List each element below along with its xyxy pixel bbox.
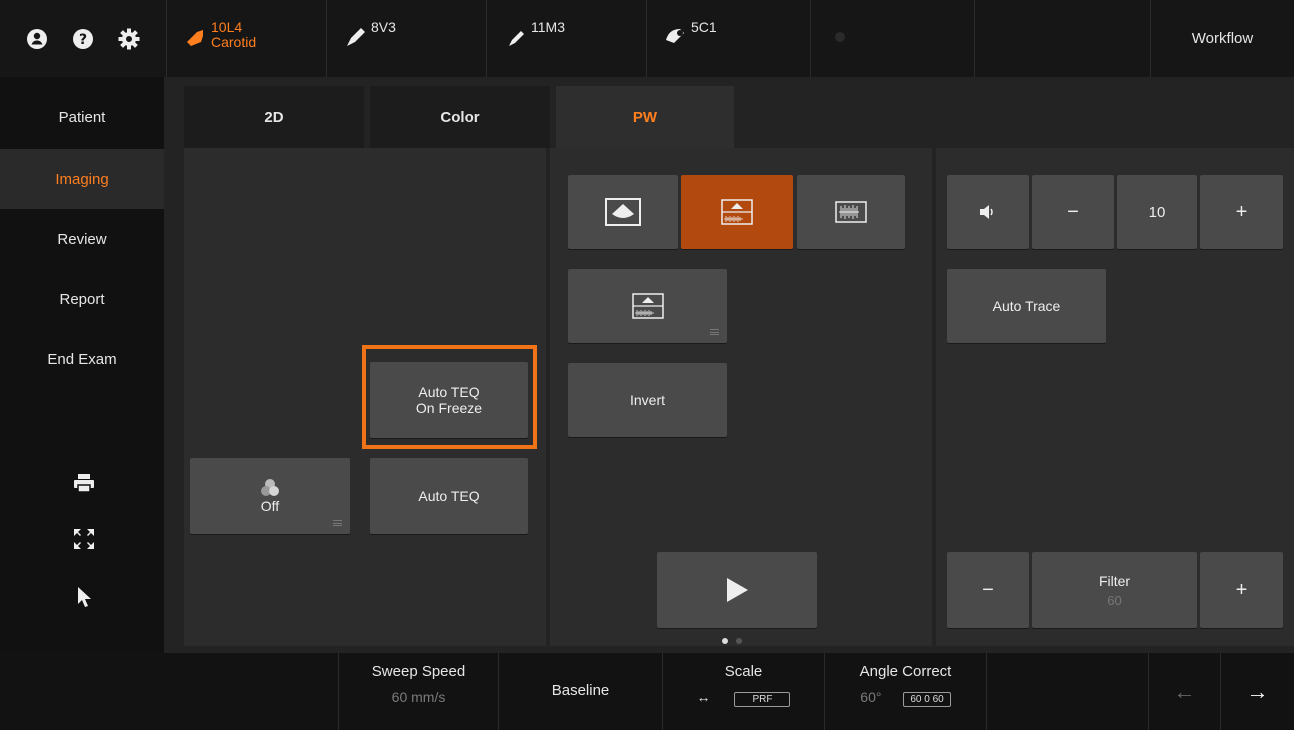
probe-label: 10L4 Carotid [211, 19, 257, 50]
arrow-left-icon: ← [1173, 679, 1196, 704]
sweep-speed-control[interactable]: Sweep Speed 60 mm/s [338, 653, 498, 730]
filter-value: 60 [1107, 592, 1122, 608]
printer-icon[interactable] [72, 471, 96, 495]
bottom-empty-slot [986, 653, 1148, 730]
sidebar-item-review[interactable]: Review [0, 209, 164, 269]
sidebar-item-report[interactable]: Report [0, 269, 164, 329]
sidebar-item-imaging[interactable]: Imaging [0, 149, 164, 209]
baseline-label: Baseline [551, 682, 610, 699]
menu-indicator-icon [333, 520, 342, 526]
display-duplex-button[interactable] [681, 175, 793, 249]
auto-teq-button[interactable]: Auto TEQ [370, 458, 528, 534]
scale-value: ↔ PRF [663, 689, 824, 707]
previous-page-button[interactable]: ← [1148, 653, 1220, 730]
volume-value: 10 [1117, 175, 1197, 249]
tab-2d[interactable]: 2D [184, 86, 364, 148]
probe-slot-empty[interactable] [974, 0, 1150, 77]
svg-text:?: ? [79, 32, 87, 48]
angle-correct-control[interactable]: Angle Correct 60° 60 0 60 [824, 653, 986, 730]
highlight-frame [362, 345, 537, 449]
tab-color[interactable]: Color [370, 86, 550, 148]
sidebar-item-end-exam[interactable]: End Exam [0, 329, 164, 389]
probe-label: 11M3 [531, 19, 565, 35]
angle-correct-label: Angle Correct [859, 663, 952, 680]
scale-label: Scale [724, 663, 763, 680]
angle-correct-value: 60° 60 0 60 [825, 689, 986, 707]
filter-decrease-button[interactable]: − [947, 552, 1029, 628]
next-page-button[interactable]: → [1220, 653, 1294, 730]
display-2d-only-button[interactable] [568, 175, 678, 249]
image-sector-icon [605, 198, 641, 226]
probe-5c1[interactable]: 5C1 [646, 0, 810, 77]
probe-label: 8V3 [371, 19, 396, 35]
auto-trace-button[interactable]: Auto Trace [947, 269, 1106, 343]
help-circle-icon[interactable]: ? [71, 27, 95, 51]
duplex-layout-icon [721, 199, 753, 225]
angle-value: 60° [860, 689, 882, 705]
probe-10l4[interactable]: 10L4 Carotid [166, 0, 326, 77]
tint-map-off-button[interactable]: Off [190, 458, 350, 534]
volume-mute-button[interactable] [947, 175, 1029, 249]
sidebar-item-patient[interactable]: Patient [0, 87, 164, 147]
probe-placeholder-icon [827, 24, 853, 50]
sweep-speed-label: Sweep Speed [371, 663, 466, 680]
scale-control[interactable]: Scale ↔ PRF [662, 653, 824, 730]
volume-increase-button[interactable]: + [1200, 175, 1283, 249]
probe-curved-icon [663, 24, 689, 50]
prf-box: PRF [734, 692, 791, 707]
fullscreen-icon[interactable] [72, 527, 96, 551]
page-dot[interactable] [736, 638, 742, 644]
page-indicator [722, 638, 742, 644]
volume-decrease-button[interactable]: − [1032, 175, 1114, 249]
filter-label: Filter [1098, 572, 1131, 589]
probe-11m3[interactable]: 11M3 [486, 0, 646, 77]
pointer-icon[interactable] [72, 585, 96, 609]
probe-label: 5C1 [691, 19, 717, 35]
probe-pen-icon [503, 24, 529, 50]
sidebar: Patient Imaging Review Report End Exam [0, 77, 164, 653]
tint-map-value: Off [260, 498, 280, 514]
bottom-bar: Sweep Speed 60 mm/s Baseline Scale ↔ PRF… [0, 653, 1294, 730]
speaker-icon [980, 205, 993, 219]
double-arrow-icon: ↔ [696, 689, 711, 705]
baseline-control[interactable]: Baseline [498, 653, 662, 730]
arrow-right-icon: → [1246, 679, 1269, 704]
tab-pw[interactable]: PW [556, 86, 734, 148]
page-dot-active[interactable] [722, 638, 728, 644]
spectral-waveform-icon [835, 201, 867, 223]
sweep-speed-value: 60 mm/s [391, 689, 446, 705]
play-icon [727, 578, 748, 602]
color-circles-icon [261, 479, 279, 496]
invert-button[interactable]: Invert [568, 363, 727, 437]
workflow-button[interactable]: Workflow [1150, 0, 1294, 77]
probe-pen-icon [343, 24, 369, 50]
gear-icon[interactable] [117, 27, 141, 51]
user-circle-icon[interactable] [25, 27, 49, 51]
filter-increase-button[interactable]: + [1200, 552, 1283, 628]
duplex-layout-icon [631, 293, 664, 319]
probe-slot-empty[interactable] [810, 0, 974, 77]
probe-8v3[interactable]: 8V3 [326, 0, 486, 77]
top-icon-group: ? [0, 0, 166, 77]
probe-linear-icon [183, 24, 209, 50]
display-spectral-only-button[interactable] [797, 175, 905, 249]
play-button[interactable] [657, 552, 817, 628]
angle-box: 60 0 60 [903, 692, 951, 707]
filter-control[interactable]: Filter 60 [1032, 552, 1197, 628]
menu-indicator-icon [710, 329, 719, 335]
display-format-button[interactable] [568, 269, 727, 343]
